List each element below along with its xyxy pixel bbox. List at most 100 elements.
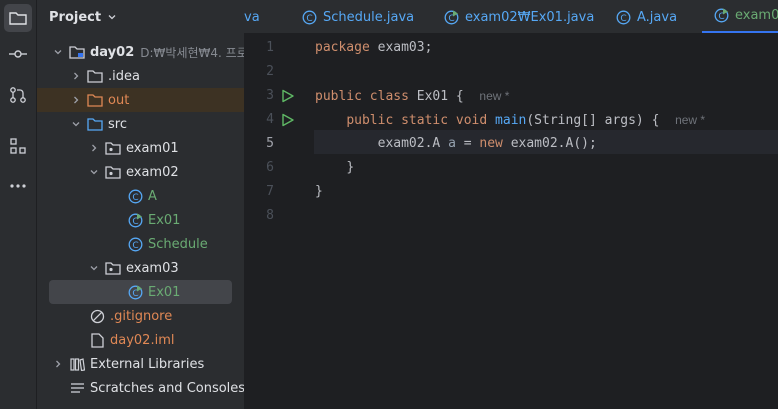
- library-icon: [69, 356, 85, 372]
- chevron-down-icon[interactable]: [53, 47, 63, 57]
- code-line-3: public class Ex01 { new *: [315, 84, 509, 108]
- pull-request-icon: [10, 87, 26, 103]
- module-folder-icon: [69, 44, 85, 60]
- run-class-gutter-icon[interactable]: [281, 84, 295, 108]
- closing-brace: }: [315, 184, 323, 199]
- tree-item-label: exam03: [126, 260, 179, 276]
- runnable-class-icon: C: [127, 284, 143, 300]
- tree-item-class-a[interactable]: C A: [37, 184, 244, 208]
- tree-item-class-schedule[interactable]: C Schedule: [37, 232, 244, 256]
- run-main-gutter-icon[interactable]: [281, 108, 295, 132]
- line-number: 3: [266, 88, 274, 103]
- tab-schedule[interactable]: C Schedule.java: [302, 0, 415, 33]
- author-inlay-hint[interactable]: new *: [675, 113, 705, 127]
- tree-item-scratches[interactable]: Scratches and Consoles: [37, 376, 244, 400]
- class-icon: C: [302, 10, 317, 24]
- tab-label: Schedule.java: [323, 9, 415, 25]
- run-icon: [282, 89, 294, 103]
- pull-requests-tool-button[interactable]: [4, 81, 32, 109]
- tree-item-label: Ex01: [148, 212, 181, 228]
- commit-tool-button[interactable]: [4, 40, 32, 68]
- tree-item-iml[interactable]: day02.iml: [37, 328, 244, 352]
- editor-tab-bar: va C Schedule.java C exam02₩Ex01.java C …: [244, 0, 778, 34]
- project-tool-button[interactable]: [4, 4, 32, 32]
- runnable-class-icon: C: [444, 10, 459, 24]
- file-icon: [89, 332, 105, 348]
- class-icon: C: [127, 236, 143, 252]
- keyword: void: [455, 113, 488, 128]
- closing-brace: }: [346, 160, 355, 175]
- scratches-icon: [69, 380, 85, 396]
- class-icon: C: [616, 10, 631, 24]
- project-path-label: D:₩박세현₩4. 프로: [140, 45, 244, 60]
- code-text: exam02.A();: [502, 136, 597, 151]
- chevron-right-icon[interactable]: [71, 71, 81, 81]
- activity-bar: [0, 0, 37, 409]
- tree-item-out[interactable]: out: [37, 88, 244, 112]
- line-number: 4: [266, 112, 274, 127]
- tree-item-label: External Libraries: [90, 356, 205, 372]
- tab-exam03-ex01-active[interactable]: C exam03: [702, 0, 778, 33]
- keyword: public: [315, 89, 362, 104]
- tree-item-class-ex01-selected[interactable]: C Ex01: [49, 280, 232, 304]
- run-icon: [282, 113, 294, 127]
- more-tools-button[interactable]: [4, 172, 32, 200]
- line-number: 2: [266, 64, 274, 79]
- author-inlay-hint[interactable]: new *: [479, 89, 509, 103]
- tab-label: A.java: [637, 9, 678, 25]
- tree-item-exam02[interactable]: exam02: [37, 160, 244, 184]
- chevron-right-icon[interactable]: [71, 95, 81, 105]
- code-text: exam03;: [369, 40, 433, 55]
- tab-exam02-ex01[interactable]: C exam02₩Ex01.java: [444, 0, 594, 33]
- method-name: main: [495, 113, 527, 128]
- structure-tool-button[interactable]: [4, 132, 32, 160]
- tree-item-label: Scratches and Consoles: [90, 380, 244, 396]
- tree-item-label: .gitignore: [110, 308, 173, 324]
- tree-item-label: exam02: [126, 164, 179, 180]
- chevron-right-icon[interactable]: [53, 359, 63, 369]
- code-line-5: exam02.A a = new exam02.A();: [315, 132, 597, 156]
- chevron-down-icon: [108, 15, 116, 20]
- class-icon: C: [127, 188, 143, 204]
- tab-truncated[interactable]: va: [244, 0, 260, 33]
- tree-item-gitignore[interactable]: .gitignore: [37, 304, 244, 328]
- svg-text:C: C: [620, 14, 626, 24]
- code-text: =: [455, 136, 480, 151]
- svg-text:C: C: [132, 193, 138, 203]
- chevron-down-icon[interactable]: [89, 263, 99, 273]
- keyword: class: [369, 89, 409, 104]
- tree-item-label: out: [108, 92, 130, 108]
- tree-item-external-libraries[interactable]: External Libraries: [37, 352, 244, 376]
- tree-item-exam01[interactable]: exam01: [37, 136, 244, 160]
- tree-item-label: day02: [90, 44, 135, 60]
- keyword: new: [479, 136, 503, 151]
- excluded-folder-icon: [87, 92, 103, 108]
- tree-item-src[interactable]: src: [37, 112, 244, 136]
- chevron-right-icon[interactable]: [89, 143, 99, 153]
- tab-label: va: [244, 9, 260, 25]
- code-line-4: public static void main(String[] args) {…: [315, 108, 705, 132]
- tree-item-label: exam01: [126, 140, 179, 156]
- code-line-1: package exam03;: [315, 36, 432, 60]
- tree-item-class-ex01[interactable]: C Ex01: [37, 208, 244, 232]
- code-text: (String[] args) {: [526, 113, 660, 128]
- chevron-down-icon[interactable]: [89, 167, 99, 177]
- code-editor[interactable]: 1 2 3 4 5 6 7 8 package exam03; public c…: [244, 34, 778, 409]
- code-text: Ex01 {: [408, 89, 464, 104]
- runnable-class-icon: C: [127, 212, 143, 228]
- code-line-7: }: [315, 180, 323, 204]
- line-number: 1: [266, 40, 274, 55]
- tree-item-label: Schedule: [148, 236, 208, 252]
- tab-a[interactable]: C A.java: [616, 0, 678, 33]
- tree-item-exam03[interactable]: exam03: [37, 256, 244, 280]
- tree-item-idea[interactable]: .idea: [37, 64, 244, 88]
- chevron-down-icon[interactable]: [71, 119, 81, 129]
- project-panel-header[interactable]: Project: [49, 8, 117, 26]
- line-number: 8: [266, 208, 274, 223]
- runnable-class-icon: C: [714, 8, 729, 23]
- tree-item-label: day02.iml: [110, 332, 175, 348]
- structure-icon: [10, 138, 26, 154]
- package-icon: [105, 260, 121, 276]
- tree-item-label: src: [108, 116, 127, 132]
- tree-item-day02[interactable]: day02 D:₩박세현₩4. 프로: [37, 40, 244, 64]
